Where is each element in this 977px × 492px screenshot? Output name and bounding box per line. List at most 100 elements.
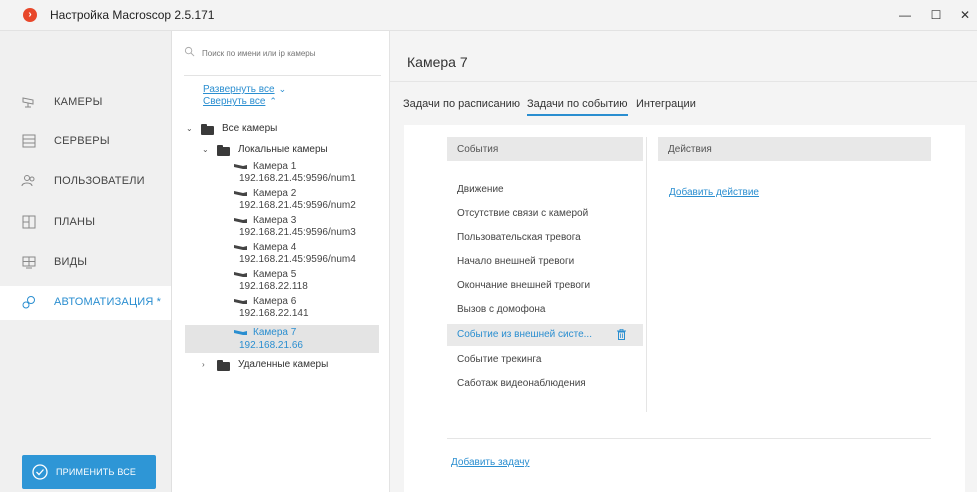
event-item[interactable]: Окончание внешней тревоги [447,275,643,297]
camera-item-5[interactable]: Камера 5 192.168.22.118 [185,269,379,293]
unsaved-marker: * [156,296,162,308]
event-label: Начало внешней тревоги [457,256,575,267]
views-icon [22,256,36,269]
collapse-all-link[interactable]: Свернуть все ⌃ [203,96,277,107]
trash-icon[interactable] [617,329,626,340]
camera-ip: 192.168.21.45:9596/num2 [239,200,356,211]
camera-icon [234,218,247,223]
camera-name: Камера 2 [253,188,297,199]
automation-label: АВТОМАТИЗАЦИЯ [54,296,154,308]
event-label: Вызов с домофона [457,304,546,315]
camera-item-6[interactable]: Камера 6 192.168.22.141 [185,296,379,320]
plans-icon [22,215,36,229]
apply-all-button[interactable]: ПРИМЕНИТЬ ВСЕ [22,455,156,489]
event-item[interactable]: Вызов с домофона [447,299,643,321]
tree-node-label: Все камеры [222,123,278,134]
events-column-header: События [447,137,643,161]
tree-node-label: Локальные камеры [238,144,328,155]
server-icon [22,134,36,148]
tree-node-remote-cameras[interactable]: › Удаленные камеры [202,359,382,373]
folder-icon [217,360,230,371]
chevron-right-icon: › [202,360,205,369]
sidebar-item-label: КАМЕРЫ [54,96,103,108]
event-item[interactable]: Движение [447,179,643,201]
title-divider [390,81,977,82]
camera-name: Камера 5 [253,269,297,280]
maximize-button[interactable]: ☐ [925,5,947,25]
event-label: Саботаж видеонаблюдения [457,378,586,389]
tree-node-local-cameras[interactable]: ⌄ Локальные камеры [202,144,382,158]
expand-all-label: Развернуть все [203,84,275,95]
event-item-selected[interactable]: Событие из внешней систе... [447,324,643,346]
card-divider [447,438,931,439]
chevron-down-icon: ⌄ [278,84,287,94]
camera-item-4[interactable]: Камера 4 192.168.21.45:9596/num4 [185,242,379,266]
sidebar-item-automation[interactable]: АВТОМАТИЗАЦИЯ * [0,286,171,320]
event-item[interactable]: Событие трекинга [447,349,643,371]
camera-ip: 192.168.22.141 [239,308,309,319]
camera-ip: 192.168.22.118 [239,281,308,292]
folder-icon [201,124,214,135]
expand-all-link[interactable]: Развернуть все ⌄ [203,84,286,95]
event-label: Событие трекинга [457,354,542,365]
tree-node-all-cameras[interactable]: ⌄ Все камеры [186,123,376,137]
sidebar: КАМЕРЫ СЕРВЕРЫ ПОЛЬЗОВАТЕЛИ ПЛАНЫ ВИДЫ А… [0,31,172,492]
camera-icon [234,245,247,250]
collapse-all-label: Свернуть все [203,96,266,107]
event-item[interactable]: Начало внешней тревоги [447,251,643,273]
camera-item-7[interactable]: Камера 7 192.168.21.66 [185,325,379,353]
camera-ip: 192.168.21.45:9596/num4 [239,254,356,265]
camera-ip: 192.168.21.45:9596/num3 [239,227,356,238]
chevron-down-icon: ⌄ [186,124,193,133]
event-label: Отсутствие связи с камерой [457,208,589,219]
camera-item-3[interactable]: Камера 3 192.168.21.45:9596/num3 [185,215,379,239]
sidebar-item-cameras[interactable]: КАМЕРЫ [0,86,171,118]
event-label: Событие из внешней систе... [457,329,592,340]
main-panel: Камера 7 Задачи по расписанию Задачи по … [390,31,977,492]
camera-icon [234,330,247,335]
camera-tree-panel: Развернуть все⌄ Свернуть все⌃ ⌄ Все каме… [172,31,390,492]
camera-icon [234,299,247,304]
camera-ip: 192.168.21.66 [239,340,303,351]
close-button[interactable]: ✕ [954,5,976,25]
sidebar-item-label: СЕРВЕРЫ [54,135,110,147]
sidebar-item-plans[interactable]: ПЛАНЫ [0,206,171,238]
sidebar-item-label: ПОЛЬЗОВАТЕЛИ [54,175,145,187]
camera-item-1[interactable]: Камера 1 192.168.21.45:9596/num1 [185,161,379,185]
apply-all-label: ПРИМЕНИТЬ ВСЕ [56,467,137,477]
event-item[interactable]: Пользовательская тревога [447,227,643,249]
sidebar-item-label: АВТОМАТИЗАЦИЯ * [54,296,161,308]
event-label: Пользовательская тревога [457,232,581,243]
tasks-card: События Действия Движение Отсутствие свя… [404,125,965,492]
tree-node-label: Удаленные камеры [238,359,329,370]
window-title: Настройка Macroscop 2.5.171 [50,8,215,22]
sidebar-item-users[interactable]: ПОЛЬЗОВАТЕЛИ [0,165,171,197]
tab-schedule-tasks[interactable]: Задачи по расписанию [403,98,520,110]
camera-name: Камера 3 [253,215,297,226]
sidebar-item-servers[interactable]: СЕРВЕРЫ [0,125,171,157]
camera-item-2[interactable]: Камера 2 192.168.21.45:9596/num2 [185,188,379,212]
search-input[interactable] [200,43,384,63]
users-icon [21,175,35,187]
tab-event-tasks[interactable]: Задачи по событию [527,98,628,116]
app-logo-icon: › [23,8,37,22]
minimize-button[interactable]: — [894,5,916,25]
camera-icon [234,272,247,277]
event-item[interactable]: Саботаж видеонаблюдения [447,373,643,395]
add-action-link[interactable]: Добавить действие [669,187,759,198]
events-header-label: События [457,144,499,155]
column-divider [646,137,647,412]
camera-name: Камера 1 [253,161,297,172]
event-label: Окончание внешней тревоги [457,280,591,291]
folder-icon [217,145,230,156]
tab-integrations[interactable]: Интеграции [636,98,696,110]
automation-icon [22,296,35,309]
add-task-link[interactable]: Добавить задачу [451,457,530,468]
camera-icon [234,164,247,169]
event-item[interactable]: Отсутствие связи с камерой [447,203,643,225]
search-divider [184,75,381,76]
sidebar-item-views[interactable]: ВИДЫ [0,246,171,278]
chevron-up-icon: ⌃ [269,96,277,106]
camera-icon [22,97,34,108]
check-circle-icon [32,464,48,480]
